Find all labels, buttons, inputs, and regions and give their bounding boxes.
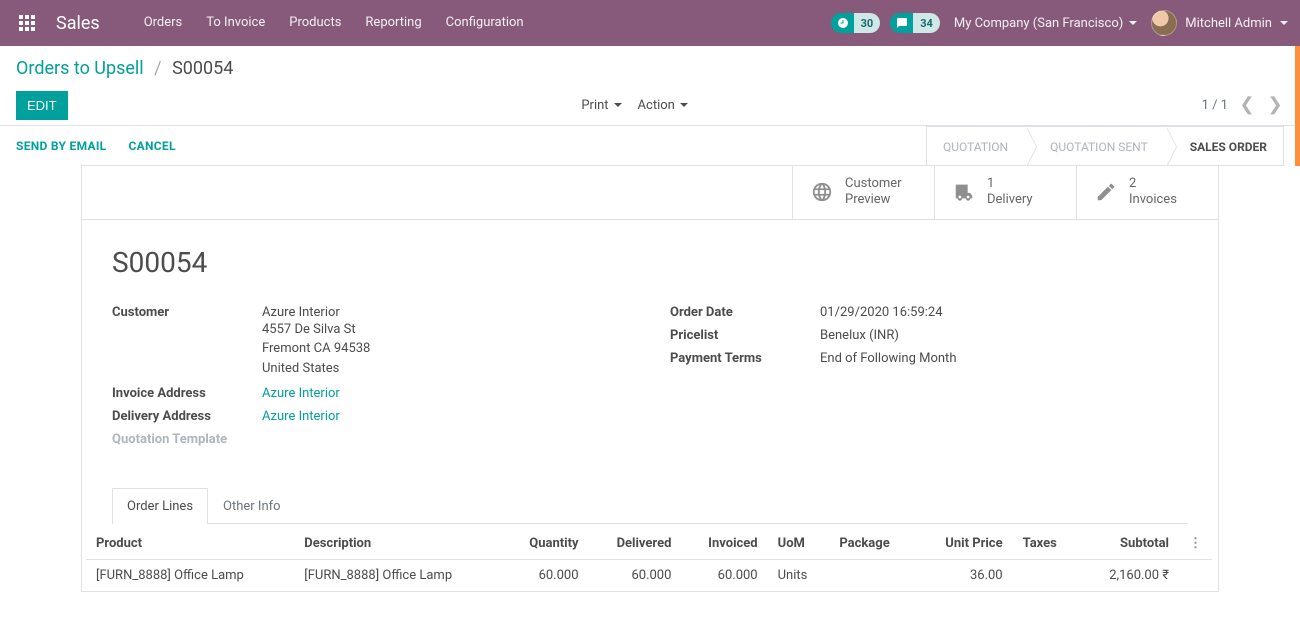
payment-terms-value: End of Following Month — [820, 351, 956, 366]
chevron-down-icon — [614, 103, 622, 107]
pager-next[interactable]: ❯ — [1266, 96, 1284, 114]
breadcrumb: Orders to Upsell / S00054 — [16, 58, 1284, 79]
order-date-value: 01/29/2020 16:59:24 — [820, 305, 943, 320]
col-delivered[interactable]: Delivered — [589, 528, 682, 560]
order-name: S00054 — [82, 220, 1218, 301]
col-description[interactable]: Description — [294, 528, 502, 560]
pager-position: 1 / 1 — [1202, 98, 1228, 113]
invoices-count: 2 — [1129, 176, 1177, 192]
print-dropdown[interactable]: Print — [581, 98, 621, 113]
main-menu: Orders To Invoice Products Reporting Con… — [132, 0, 536, 46]
pencil-square-icon — [1095, 181, 1117, 203]
delivery-address-link[interactable]: Azure Interior — [262, 409, 340, 424]
status-bar: SEND BY EMAIL CANCEL QUOTATION QUOTATION… — [0, 125, 1300, 165]
truck-icon — [953, 181, 975, 203]
col-quantity[interactable]: Quantity — [503, 528, 589, 560]
col-product[interactable]: Product — [86, 528, 294, 560]
status-sales-order[interactable]: SALES ORDER — [1166, 126, 1284, 166]
chevron-down-icon — [680, 103, 688, 107]
control-panel: Orders to Upsell / S00054 EDIT Print Act… — [0, 46, 1300, 125]
company-name: My Company (San Francisco) — [954, 16, 1123, 31]
order-lines-table: Product Description Quantity Delivered I… — [86, 528, 1212, 591]
customer-preview-button[interactable]: CustomerPreview — [792, 166, 934, 219]
scrollbar[interactable] — [1295, 46, 1300, 166]
tab-other-info[interactable]: Other Info — [208, 488, 296, 524]
apps-icon[interactable] — [4, 0, 50, 46]
user-name: Mitchell Admin — [1185, 16, 1272, 31]
chevron-down-icon — [1280, 21, 1288, 25]
col-options-icon[interactable]: ⋮ — [1179, 528, 1212, 560]
stat-buttons: CustomerPreview 1Delivery 2Invoices — [82, 166, 1218, 220]
customer-link[interactable]: Azure Interior — [262, 305, 370, 320]
label-delivery-address: Delivery Address — [112, 409, 262, 424]
col-taxes[interactable]: Taxes — [1013, 528, 1080, 560]
send-by-email-button[interactable]: SEND BY EMAIL — [16, 139, 106, 153]
col-package[interactable]: Package — [829, 528, 916, 560]
col-unit-price[interactable]: Unit Price — [917, 528, 1013, 560]
form-tabs: Order Lines Other Info — [112, 487, 1188, 524]
customer-country: United States — [262, 359, 370, 379]
label-quotation-template: Quotation Template — [112, 432, 262, 447]
delivery-button[interactable]: 1Delivery — [934, 166, 1076, 219]
pager-prev[interactable]: ❮ — [1238, 96, 1256, 114]
table-row[interactable]: [FURN_8888] Office Lamp [FURN_8888] Offi… — [86, 560, 1212, 592]
pager: 1 / 1 ❮ ❯ — [1202, 96, 1284, 114]
action-dropdown[interactable]: Action — [638, 98, 688, 113]
label-customer: Customer — [112, 305, 262, 320]
label-order-date: Order Date — [670, 305, 820, 320]
form-sheet: CustomerPreview 1Delivery 2Invoices S000… — [81, 165, 1219, 592]
edit-button[interactable]: EDIT — [16, 91, 68, 120]
status-quotation[interactable]: QUOTATION — [926, 126, 1026, 166]
menu-products[interactable]: Products — [277, 0, 353, 46]
discuss-badge[interactable]: 34 — [890, 13, 940, 33]
col-uom[interactable]: UoM — [768, 528, 830, 560]
invoices-button[interactable]: 2Invoices — [1076, 166, 1218, 219]
breadcrumb-parent[interactable]: Orders to Upsell — [16, 58, 144, 79]
menu-configuration[interactable]: Configuration — [434, 0, 536, 46]
status-quotation-sent[interactable]: QUOTATION SENT — [1026, 126, 1166, 166]
invoice-address-link[interactable]: Azure Interior — [262, 386, 340, 401]
timer-count: 30 — [854, 13, 881, 33]
breadcrumb-current: S00054 — [172, 58, 233, 79]
pricelist-value: Benelux (INR) — [820, 328, 899, 343]
col-invoiced[interactable]: Invoiced — [681, 528, 767, 560]
globe-icon — [811, 181, 833, 203]
tab-order-lines[interactable]: Order Lines — [112, 488, 208, 524]
chevron-down-icon — [1129, 21, 1137, 25]
chat-icon — [890, 13, 913, 33]
col-subtotal[interactable]: Subtotal — [1080, 528, 1179, 560]
status-arrows: QUOTATION QUOTATION SENT SALES ORDER — [926, 126, 1284, 166]
label-pricelist: Pricelist — [670, 328, 820, 343]
avatar — [1151, 10, 1177, 36]
company-switcher[interactable]: My Company (San Francisco) — [950, 16, 1141, 31]
customer-city: Fremont CA 94538 — [262, 339, 370, 359]
timer-badge[interactable]: 30 — [831, 13, 881, 33]
customer-street: 4557 De Silva St — [262, 320, 370, 340]
clock-icon — [831, 13, 854, 33]
user-menu[interactable]: Mitchell Admin — [1151, 10, 1288, 36]
discuss-count: 34 — [913, 13, 940, 33]
brand[interactable]: Sales — [50, 13, 114, 34]
delivery-count: 1 — [987, 176, 1033, 192]
menu-reporting[interactable]: Reporting — [353, 0, 433, 46]
menu-orders[interactable]: Orders — [132, 0, 195, 46]
cancel-button[interactable]: CANCEL — [128, 139, 175, 153]
menu-to-invoice[interactable]: To Invoice — [194, 0, 277, 46]
label-payment-terms: Payment Terms — [670, 351, 820, 366]
label-invoice-address: Invoice Address — [112, 386, 262, 401]
top-navbar: Sales Orders To Invoice Products Reporti… — [0, 0, 1300, 46]
